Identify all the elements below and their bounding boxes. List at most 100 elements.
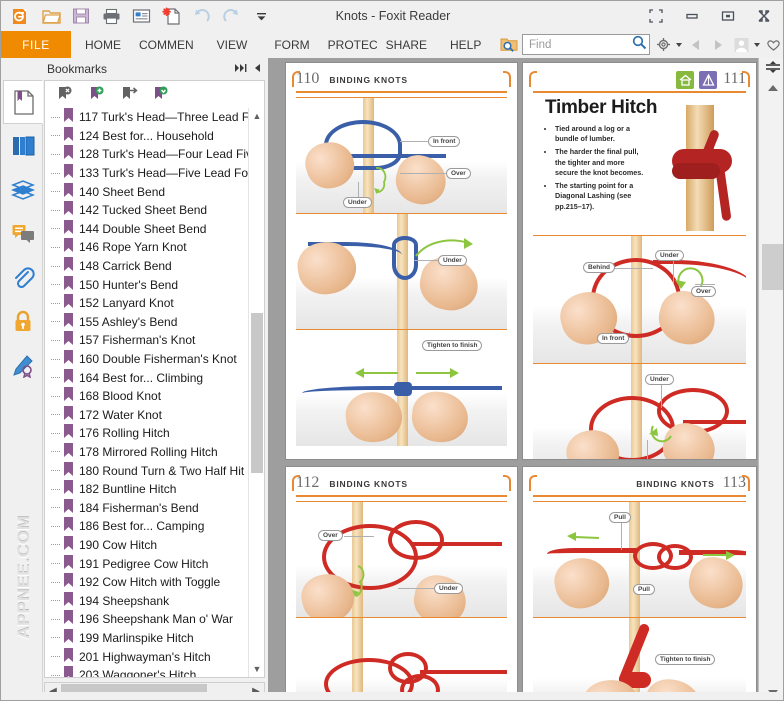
pdf-page-111[interactable]: 111 Timber Hitch Tied around a log or a …: [522, 62, 757, 460]
bookmark-item[interactable]: 152 Lanyard Knot: [45, 294, 248, 313]
sidebar-item-digital-signatures[interactable]: [3, 344, 43, 388]
tree-connector: [51, 331, 63, 349]
scroll-up-icon[interactable]: ▲: [249, 108, 264, 124]
bookmark-item[interactable]: 160 Double Fisherman's Knot: [45, 350, 248, 369]
delete-bookmark-icon[interactable]: [55, 85, 75, 105]
sidebar-item-attachments[interactable]: [3, 256, 43, 300]
bookmark-item[interactable]: 192 Cow Hitch with Toggle: [45, 573, 248, 592]
sidebar-item-layers[interactable]: [3, 168, 43, 212]
bookmark-item[interactable]: 191 Pedigree Cow Hitch: [45, 554, 248, 573]
print-icon[interactable]: [99, 4, 123, 28]
tab-protect[interactable]: PROTECT: [319, 31, 377, 58]
close-icon[interactable]: [747, 3, 781, 29]
bookmark-item[interactable]: 201 Highwayman's Hitch: [45, 647, 248, 666]
sidebar-item-security[interactable]: [3, 300, 43, 344]
tree-connector: [51, 257, 63, 275]
go-to-bookmark-icon[interactable]: [119, 85, 139, 105]
bookmarks-list[interactable]: 117 Turk's Head—Three Lead F 124 Best for…: [44, 108, 265, 678]
collapse-panel-icon[interactable]: [254, 62, 262, 76]
bookmark-item[interactable]: 148 Carrick Bend: [45, 257, 248, 276]
new-from-file-icon[interactable]: [159, 4, 183, 28]
tree-connector: [51, 610, 63, 628]
search-pdf-icon[interactable]: [499, 34, 519, 56]
tab-help[interactable]: HELP: [436, 31, 490, 58]
tab-view[interactable]: VIEW: [203, 31, 257, 58]
viewer-scroll-thumb[interactable]: [762, 244, 783, 290]
search-icon[interactable]: [632, 35, 647, 55]
bookmark-item[interactable]: 196 Sheepshank Man o' War: [45, 610, 248, 629]
bookmark-item[interactable]: 155 Ashley's Bend: [45, 312, 248, 332]
open-folder-icon[interactable]: [39, 4, 63, 28]
split-view-icon[interactable]: [764, 60, 782, 78]
sidebar-item-comments[interactable]: [3, 212, 43, 256]
tab-file[interactable]: FILE: [1, 31, 71, 58]
user-account-icon[interactable]: [731, 34, 751, 56]
pdf-page-112[interactable]: 112 BINDING KNOTS 3: [285, 466, 518, 700]
bookmark-item[interactable]: 180 Round Turn & Two Half Hit: [45, 461, 248, 480]
bookmark-item[interactable]: 182 Buntline Hitch: [45, 480, 248, 499]
bookmark-item[interactable]: 199 Marlinspike Hitch: [45, 628, 248, 648]
page-number: 112: [296, 474, 320, 491]
customize-toolbar-icon[interactable]: [249, 4, 273, 28]
tree-connector: [51, 573, 63, 591]
bookmark-options-icon[interactable]: [151, 85, 171, 105]
tab-home[interactable]: HOME: [71, 31, 130, 58]
sidebar-item-page-thumbnails[interactable]: [3, 124, 43, 168]
pdf-page-113[interactable]: BINDING KNOTS 113 6: [522, 466, 757, 700]
scroll-down-icon[interactable]: ▼: [249, 661, 264, 677]
bookmark-item[interactable]: 128 Turk's Head—Four Lead Fiv: [45, 145, 248, 164]
bookmark-item[interactable]: 184 Fisherman's Bend: [45, 498, 248, 517]
bullet-item: Tied around a log or a bundle of lumber.: [555, 124, 646, 144]
tab-comment[interactable]: COMMEN: [130, 31, 203, 58]
email-icon[interactable]: [129, 4, 153, 28]
account-dropdown-caret-icon[interactable]: [754, 42, 760, 47]
bookmark-item[interactable]: 164 Best for... Climbing: [45, 368, 248, 387]
bookmarks-scroll-thumb[interactable]: [251, 313, 263, 473]
bookmark-label: 182 Buntline Hitch: [79, 482, 177, 497]
bookmark-item[interactable]: 142 Tucked Sheet Bend: [45, 201, 248, 220]
tree-connector: [51, 127, 63, 145]
bookmark-item[interactable]: 124 Best for... Household: [45, 126, 248, 146]
bookmark-item[interactable]: 178 Mirrored Rolling Hitch: [45, 442, 248, 462]
document-viewer[interactable]: 110 BINDING KNOTS 3: [268, 58, 783, 700]
bookmark-item[interactable]: 144 Double Sheet Bend: [45, 219, 248, 239]
bookmarks-vertical-scrollbar[interactable]: ▲ ▼: [248, 108, 264, 677]
find-box[interactable]: [522, 34, 650, 55]
expand-all-icon[interactable]: [234, 62, 247, 76]
tab-share[interactable]: SHARE: [377, 31, 436, 58]
next-triangle-icon[interactable]: [708, 34, 728, 56]
bookmark-item[interactable]: 194 Sheepshank: [45, 591, 248, 610]
tab-form[interactable]: FORM: [256, 31, 318, 58]
bookmark-item[interactable]: 150 Hunter's Bend: [45, 275, 248, 294]
bookmark-item[interactable]: 140 Sheet Bend: [45, 182, 248, 201]
bookmark-item[interactable]: 176 Rolling Hitch: [45, 424, 248, 443]
bookmark-item[interactable]: 168 Blood Knot: [45, 387, 248, 406]
search-input[interactable]: [529, 38, 632, 51]
save-icon[interactable]: [69, 4, 93, 28]
minimize-icon[interactable]: [675, 3, 709, 29]
heart-icon[interactable]: [763, 34, 783, 56]
pdf-pages-container[interactable]: 110 BINDING KNOTS 3: [268, 58, 758, 700]
maximize-icon[interactable]: [711, 3, 745, 29]
sidebar-item-bookmarks[interactable]: [3, 80, 43, 124]
bookmark-item[interactable]: 186 Best for... Camping: [45, 517, 248, 536]
restore-down-icon[interactable]: [639, 3, 673, 29]
bookmark-item[interactable]: 133 Turk's Head—Five Lead Fou: [45, 164, 248, 183]
viewer-scroll-track[interactable]: [759, 94, 783, 684]
previous-triangle-icon[interactable]: [685, 34, 705, 56]
pdf-page-110[interactable]: 110 BINDING KNOTS 3: [285, 62, 518, 460]
bookmark-item[interactable]: 190 Cow Hitch: [45, 535, 248, 555]
bookmark-item[interactable]: 157 Fisherman's Knot: [45, 331, 248, 350]
foxit-logo-icon[interactable]: [9, 4, 33, 28]
bookmark-item[interactable]: 203 Waggoner's Hitch: [45, 666, 248, 677]
bookmark-item[interactable]: 146 Rope Yarn Knot: [45, 238, 248, 257]
gear-icon[interactable]: [653, 34, 673, 56]
viewer-vertical-scrollbar[interactable]: [758, 58, 783, 700]
bookmarks-scroll-area[interactable]: 117 Turk's Head—Three Lead F 124 Best for…: [45, 108, 248, 677]
undo-icon[interactable]: [189, 4, 213, 28]
bookmark-item[interactable]: 172 Water Knot: [45, 405, 248, 425]
settings-dropdown-caret-icon[interactable]: [676, 42, 682, 47]
new-bookmark-icon[interactable]: [87, 85, 107, 105]
redo-icon[interactable]: [219, 4, 243, 28]
bookmark-item[interactable]: 117 Turk's Head—Three Lead F: [45, 108, 248, 127]
